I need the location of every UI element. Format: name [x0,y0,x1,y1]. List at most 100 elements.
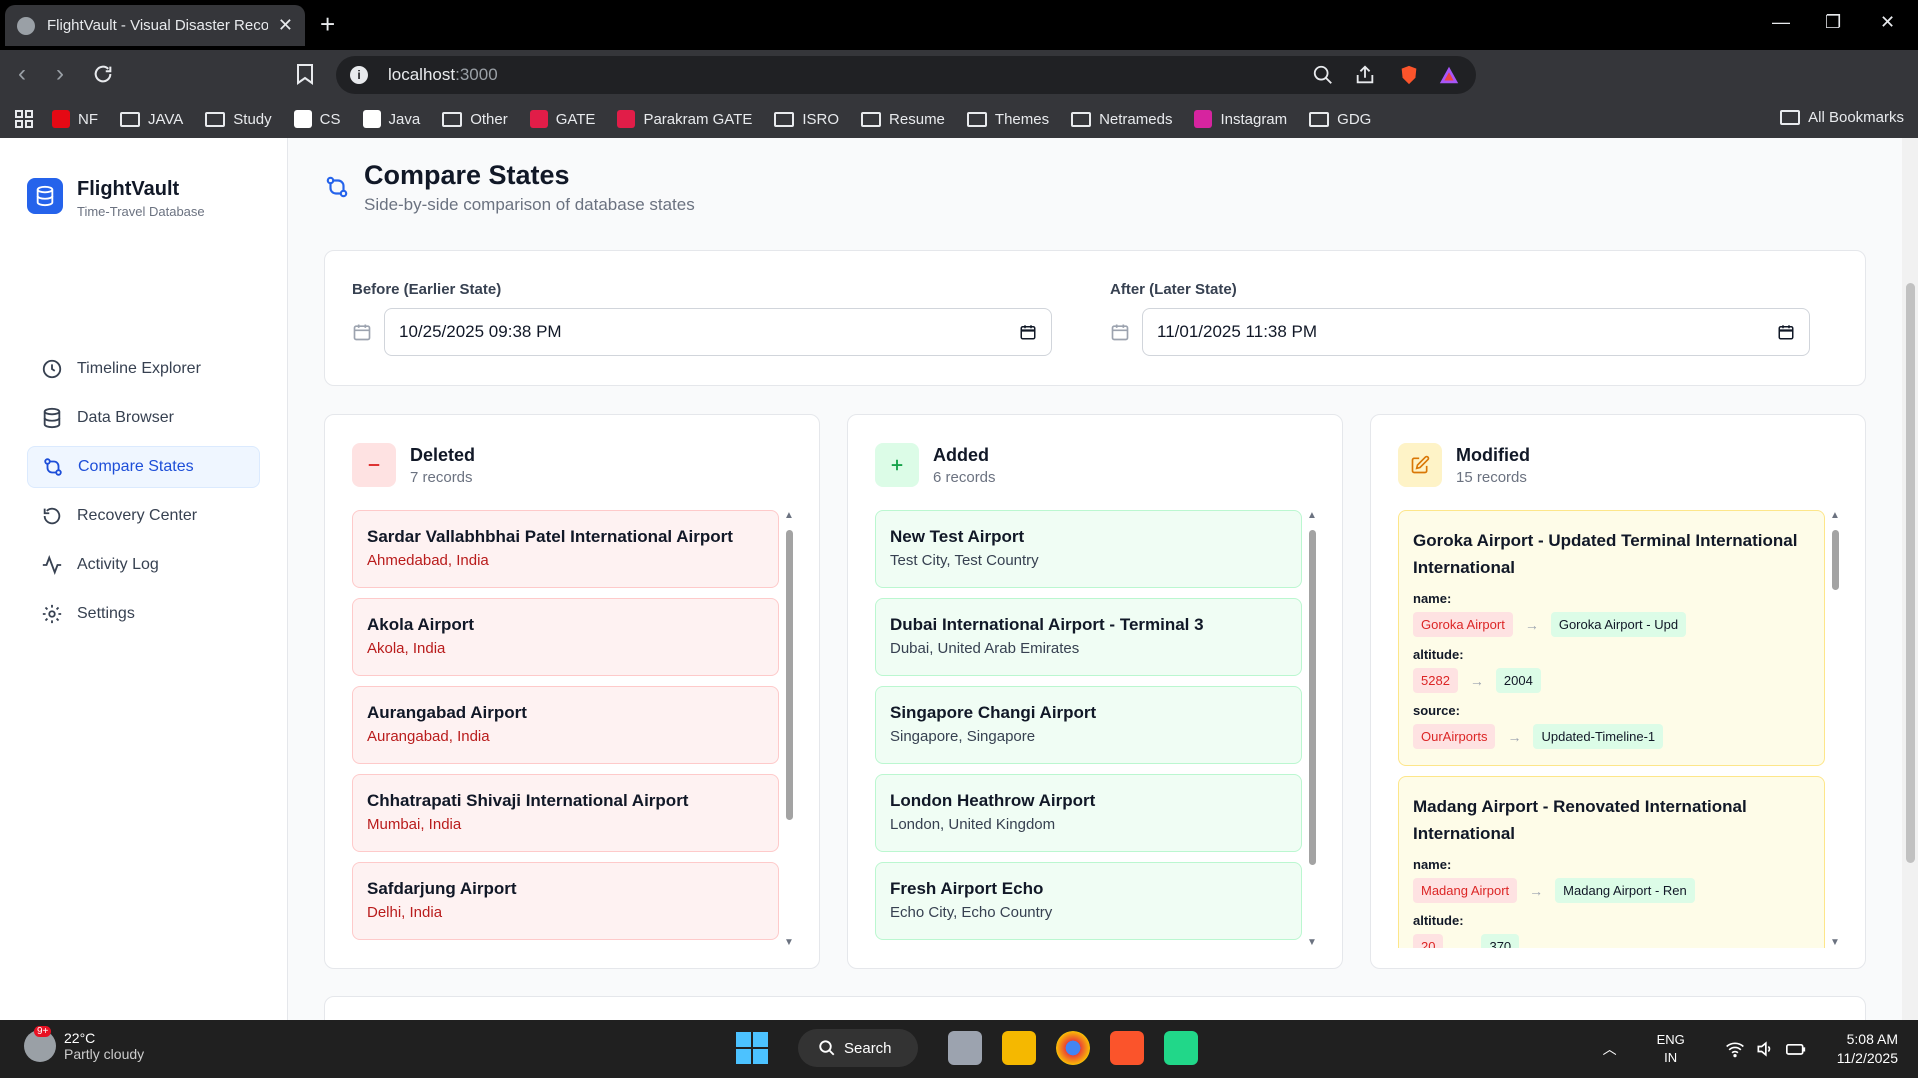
back-icon[interactable]: ‹ [18,62,26,86]
scroll-thumb[interactable] [786,530,793,820]
share-icon[interactable] [1354,64,1376,86]
bookmark-gdg[interactable]: GDG [1309,111,1371,128]
bookmark-label: Themes [994,110,1050,128]
scroll-down-icon[interactable]: ▼ [784,937,794,948]
bookmark-nf[interactable]: NF [52,110,98,128]
chrome-icon[interactable] [1056,1031,1090,1065]
record-location: Singapore, Singapore [890,728,1036,745]
all-bookmarks[interactable]: All Bookmarks [1780,109,1904,126]
file-explorer-icon[interactable] [1002,1031,1036,1065]
calendar-picker-icon[interactable] [1019,323,1037,341]
brave-shield-icon[interactable] [1398,64,1420,86]
taskbar-search[interactable]: Search [798,1029,918,1067]
field-change: name: Madang Airport → Madang Airport - Re… [1413,857,1810,903]
bookmarks-bar: NF JAVA Study CS Java Other GATE Parakra… [0,100,1918,138]
wifi-icon[interactable] [1725,1039,1745,1059]
scroll-down-icon[interactable]: ▼ [1307,937,1317,948]
browser-tab[interactable]: FlightVault - Visual Disaster Reco ✕ [5,5,305,46]
scroll-thumb[interactable] [1832,530,1839,590]
bookmark-cs[interactable]: CS [293,110,341,128]
pycharm-icon[interactable] [1164,1031,1198,1065]
sidebar-item-recovery-center[interactable]: Recovery Center [27,495,260,537]
bookmark-study[interactable]: Study [205,111,272,128]
added-scrollbar[interactable]: ▲ ▼ [1306,510,1318,948]
list-item[interactable]: Goroka Airport - Updated Terminal Intern… [1398,510,1825,766]
app-subtitle: Time-Travel Database [77,204,205,219]
list-item[interactable]: Sardar Vallabhbhai Patel International A… [352,510,779,588]
task-view-icon[interactable] [948,1031,982,1065]
bookmark-gate[interactable]: GATE [529,110,595,128]
scroll-thumb[interactable] [1309,530,1316,865]
calendar-picker-icon[interactable] [1777,323,1795,341]
minimize-icon[interactable]: — [1772,12,1790,33]
list-item[interactable]: Dubai International Airport - Terminal 3… [875,598,1302,676]
main-content: Compare States Side-by-side comparison o… [288,138,1890,1020]
battery-icon[interactable] [1785,1039,1807,1059]
volume-icon[interactable] [1755,1039,1775,1059]
bookmark-java-folder[interactable]: JAVA [120,111,183,128]
restore-icon[interactable]: ❐ [1825,12,1841,33]
sidebar-item-data-browser[interactable]: Data Browser [27,397,260,439]
minus-icon [352,443,396,487]
list-item[interactable]: Fresh Airport Echo Echo City, Echo Countr… [875,862,1302,940]
brave-icon[interactable] [1110,1031,1144,1065]
list-item[interactable]: Aurangabad Airport Aurangabad, India [352,686,779,764]
list-item[interactable]: New Test Airport Test City, Test Country [875,510,1302,588]
brave-rewards-icon[interactable] [1438,64,1460,86]
apps-icon[interactable] [14,109,34,129]
sidebar-item-label: Compare States [78,458,194,475]
new-tab-button[interactable]: + [320,10,335,38]
site-info-icon[interactable]: i [350,66,368,84]
bookmark-icon[interactable] [296,63,314,85]
after-date-input[interactable]: 11/01/2025 11:38 PM [1142,308,1810,356]
sidebar-item-compare-states[interactable]: Compare States [27,446,260,488]
record-name: Sardar Vallabhbhai Patel International A… [367,527,733,546]
zoom-icon[interactable] [1312,64,1334,86]
bookmark-themes[interactable]: Themes [966,110,1050,128]
scroll-up-icon[interactable]: ▲ [1830,510,1840,521]
bookmark-java[interactable]: Java [362,110,420,128]
bookmark-other[interactable]: Other [442,111,508,128]
folder-icon [774,111,795,127]
deleted-header: Deleted 7 records [352,443,475,487]
folder-icon [1780,110,1801,125]
forward-icon[interactable]: › [56,62,64,86]
clock[interactable]: 5:08 AM 11/2/2025 [1837,1030,1898,1068]
url-bar[interactable]: i localhost:3000 [336,56,1476,94]
sidebar-item-settings[interactable]: Settings [27,593,260,635]
sidebar-item-timeline-explorer[interactable]: Timeline Explorer [27,348,260,390]
weather-widget[interactable]: 9+ 22°C Partly cloudy [24,1026,144,1062]
page-scroll-thumb[interactable] [1906,283,1915,863]
list-item[interactable]: Singapore Changi Airport Singapore, Singa… [875,686,1302,764]
field-change: altitude: 20 → 370 [1413,913,1810,948]
bookmark-parakram-gate[interactable]: Parakram GATE [617,110,752,128]
close-tab-icon[interactable]: ✕ [278,15,293,36]
close-window-icon[interactable]: ✕ [1880,12,1895,33]
bookmark-isro[interactable]: ISRO [774,111,839,128]
list-item[interactable]: Akola Airport Akola, India [352,598,779,676]
list-item[interactable]: Madang Airport - Renovated International… [1398,776,1825,948]
bookmark-label: Parakram GATE [643,110,753,128]
sidebar-item-activity-log[interactable]: Activity Log [27,544,260,586]
scroll-up-icon[interactable]: ▲ [784,510,794,521]
language-indicator[interactable]: ENG IN [1657,1031,1685,1067]
bookmark-instagram[interactable]: Instagram [1194,110,1287,128]
modified-scrollbar[interactable]: ▲ ▼ [1829,510,1841,948]
modified-list[interactable]: Goroka Airport - Updated Terminal Intern… [1398,510,1825,948]
scroll-down-icon[interactable]: ▼ [1830,937,1840,948]
list-item[interactable]: Chhatrapati Shivaji International Airpor… [352,774,779,852]
chevron-up-icon[interactable]: ︿ [1603,1039,1617,1059]
bookmark-netrameds[interactable]: Netrameds [1071,111,1172,128]
scroll-up-icon[interactable]: ▲ [1307,510,1317,521]
start-icon[interactable] [736,1032,768,1064]
reload-icon[interactable] [92,63,114,85]
list-item[interactable]: London Heathrow Airport London, United Ki… [875,774,1302,852]
bookmark-resume[interactable]: Resume [861,111,945,128]
before-date-input[interactable]: 10/25/2025 09:38 PM [384,308,1052,356]
page-scrollbar[interactable] [1902,138,1918,1020]
list-item[interactable]: Safdarjung Airport Delhi, India [352,862,779,940]
deleted-scrollbar[interactable]: ▲ ▼ [783,510,795,948]
page-subtitle: Side-by-side comparison of database stat… [364,195,695,214]
deleted-list[interactable]: Sardar Vallabhbhai Patel International A… [352,510,779,948]
added-list[interactable]: New Test Airport Test City, Test Country … [875,510,1302,948]
